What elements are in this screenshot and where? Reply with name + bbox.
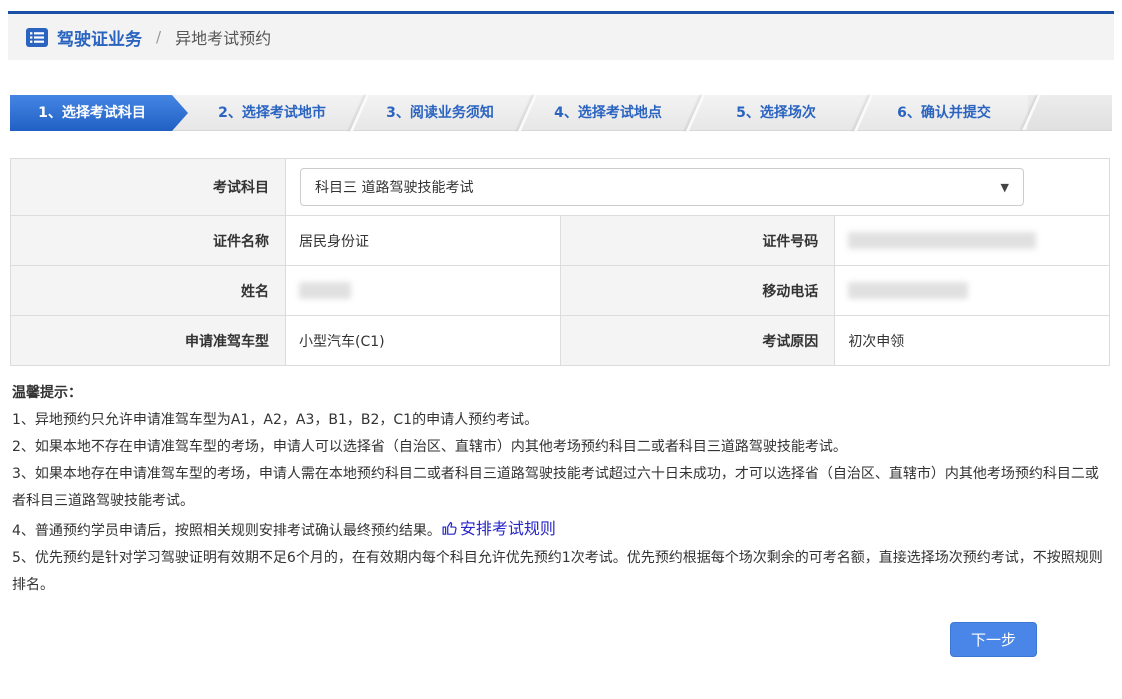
mobile-label: 移动电话 (560, 266, 835, 316)
chevron-down-icon: ▼ (1001, 181, 1009, 194)
exam-reason-value: 初次申领 (835, 316, 1110, 366)
id-type-value: 居民身份证 (286, 216, 561, 266)
table-row: 证件名称 居民身份证 证件号码 (11, 216, 1110, 266)
tip-item-1: 1、异地预约只允许申请准驾车型为A1，A2，A3，B1，B2，C1的申请人预约考… (12, 407, 1110, 434)
id-type-label: 证件名称 (11, 216, 286, 266)
id-number-value-redacted (848, 232, 1036, 249)
breadcrumb-section[interactable]: 驾驶证业务 (57, 25, 142, 50)
step-1-select-subject[interactable]: 1、选择考试科目 (10, 95, 188, 131)
exam-appointment-page: 驾驶证业务 / 异地考试预约 1、选择考试科目 2、选择考试地市 3、阅读业务须… (0, 11, 1122, 699)
next-step-button[interactable]: 下一步 (950, 622, 1037, 657)
exam-subject-selected-value: 科目三 道路驾驶技能考试 (315, 177, 473, 197)
header-bar: 驾驶证业务 / 异地考试预约 (8, 11, 1114, 60)
mobile-value-redacted (848, 282, 968, 299)
exam-rules-link[interactable]: 安排考试规则 (441, 515, 556, 542)
tip-item-5: 5、优先预约是针对学习驾驶证明有效期不足6个月的，在有效期内每个科目允许优先预约… (12, 545, 1110, 599)
tip-item-4: 4、普通预约学员申请后，按照相关规则安排考试确认最终预约结果。 安排考试规则 (12, 515, 1110, 545)
step-6-confirm-submit[interactable]: 6、确认并提交 (860, 95, 1028, 131)
name-label: 姓名 (11, 266, 286, 316)
thumb-up-icon (441, 520, 458, 537)
exam-reason-label: 考试原因 (560, 316, 835, 366)
tips-title: 温馨提示： (12, 380, 1110, 407)
tips-section: 温馨提示： 1、异地预约只允许申请准驾车型为A1，A2，A3，B1，B2，C1的… (12, 380, 1110, 599)
vehicle-type-value: 小型汽车(C1) (286, 316, 561, 366)
table-row: 申请准驾车型 小型汽车(C1) 考试原因 初次申领 (11, 316, 1110, 366)
list-icon (26, 28, 48, 47)
tip-item-3: 3、如果本地存在申请准驾车型的考场，申请人需在本地预约科目二或者科目三道路驾驶技… (12, 461, 1110, 515)
footer-actions: 下一步 (0, 622, 1122, 657)
step-nav: 1、选择考试科目 2、选择考试地市 3、阅读业务须知 4、选择考试地点 5、选择… (10, 95, 1112, 131)
tip-item-4-text: 4、普通预约学员申请后，按照相关规则安排考试确认最终预约结果。 (12, 523, 441, 539)
exam-subject-select[interactable]: 科目三 道路驾驶技能考试 ▼ (300, 168, 1024, 206)
breadcrumb-separator: / (156, 28, 161, 46)
applicant-info-table: 考试科目 科目三 道路驾驶技能考试 ▼ 证件名称 居民身份证 证件号码 姓名 移… (10, 158, 1110, 366)
step-5-select-session[interactable]: 5、选择场次 (692, 95, 860, 131)
breadcrumb-current: 异地考试预约 (175, 25, 271, 49)
table-row: 考试科目 科目三 道路驾驶技能考试 ▼ (11, 159, 1110, 216)
step-3-read-notice[interactable]: 3、阅读业务须知 (356, 95, 524, 131)
exam-subject-label: 考试科目 (11, 159, 286, 216)
table-row: 姓名 移动电话 (11, 266, 1110, 316)
exam-rules-link-label: 安排考试规则 (460, 515, 556, 542)
step-4-select-site[interactable]: 4、选择考试地点 (524, 95, 692, 131)
vehicle-type-label: 申请准驾车型 (11, 316, 286, 366)
step-nav-filler (1028, 95, 1112, 130)
tip-item-2: 2、如果本地不存在申请准驾车型的考场，申请人可以选择省（自治区、直辖市）内其他考… (12, 434, 1110, 461)
name-value-redacted (299, 282, 351, 299)
step-2-select-city[interactable]: 2、选择考试地市 (188, 95, 356, 131)
breadcrumb: 驾驶证业务 / 异地考试预约 (8, 14, 1114, 60)
id-number-label: 证件号码 (560, 216, 835, 266)
